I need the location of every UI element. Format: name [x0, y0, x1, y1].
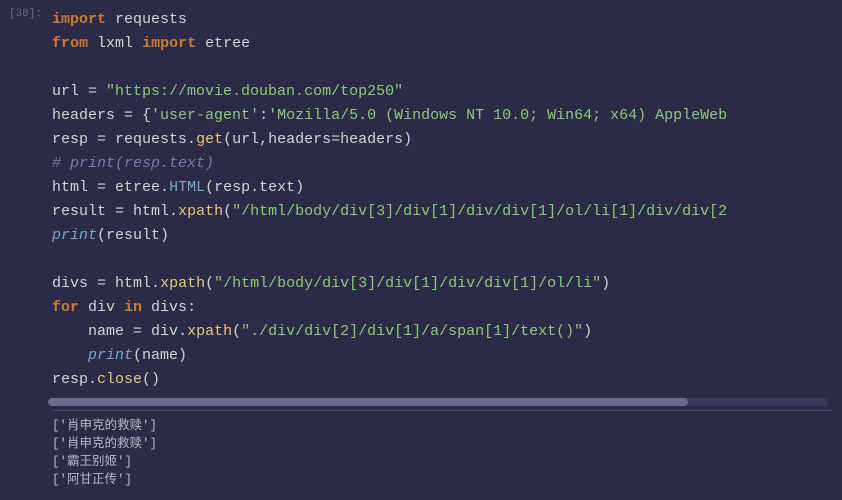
code-line[interactable]: resp = requests.get(url,headers=headers) [52, 128, 842, 152]
output-line: ['肖申克的救赎'] [52, 435, 842, 453]
brace: { [142, 107, 151, 124]
dot: . [160, 179, 169, 196]
identifier: requests [115, 131, 187, 148]
identifier: etree [115, 179, 160, 196]
paren: ) [295, 179, 304, 196]
code-line[interactable]: # print(resp.text) [52, 152, 842, 176]
identifier: html [52, 179, 88, 196]
identifier: html [115, 275, 151, 292]
dot: . [169, 203, 178, 220]
code-line-blank[interactable] [52, 56, 842, 80]
identifier: etree [205, 35, 250, 52]
args: () [142, 371, 160, 388]
dot: . [88, 371, 97, 388]
keyword-in: in [124, 299, 142, 316]
output-line: ['阿甘正传'] [52, 471, 842, 489]
operator: = [124, 323, 151, 340]
output-line: ['霸王别姬'] [52, 453, 842, 471]
identifier: divs [52, 275, 88, 292]
identifier: resp [214, 179, 250, 196]
function-call: get [196, 131, 223, 148]
output-separator [52, 410, 832, 411]
string-literal: 'Mozilla/5.0 (Windows NT 10.0; Win64; x6… [268, 107, 727, 124]
colon: : [187, 299, 196, 316]
code-line[interactable]: headers = {'user-agent':'Mozilla/5.0 (Wi… [52, 104, 842, 128]
code-line[interactable]: print(result) [52, 224, 842, 248]
operator: = [106, 203, 133, 220]
cell-gutter: [38]: [0, 0, 48, 500]
operator: = [79, 83, 106, 100]
paren: ) [601, 275, 610, 292]
string-literal: "/html/body/div[3]/div[1]/div/div[1]/ol/… [232, 203, 727, 220]
identifier: text [259, 179, 295, 196]
code-editor[interactable]: import requests from lxml import etree u… [48, 0, 842, 500]
string-literal: "https://movie.douban.com/top250" [106, 83, 403, 100]
string-literal: "/html/body/div[3]/div[1]/div/div[1]/ol/… [214, 275, 601, 292]
code-line[interactable]: import requests [52, 8, 842, 32]
operator: = [88, 275, 115, 292]
indent [52, 347, 88, 364]
code-line[interactable]: html = etree.HTML(resp.text) [52, 176, 842, 200]
function-call: xpath [187, 323, 232, 340]
dot: . [187, 131, 196, 148]
code-line[interactable]: url = "https://movie.douban.com/top250" [52, 80, 842, 104]
identifier: name [88, 323, 124, 340]
code-line[interactable]: from lxml import etree [52, 32, 842, 56]
keyword-import: import [142, 35, 196, 52]
code-line[interactable]: for div in divs: [52, 296, 842, 320]
module-name: lxml [97, 35, 133, 52]
args: (result) [97, 227, 169, 244]
identifier: result [52, 203, 106, 220]
identifier: resp [52, 131, 88, 148]
code-line[interactable]: divs = html.xpath("/html/body/div[3]/div… [52, 272, 842, 296]
module-name: requests [115, 11, 187, 28]
operator: = [88, 131, 115, 148]
code-line[interactable]: result = html.xpath("/html/body/div[3]/d… [52, 200, 842, 224]
paren: ) [583, 323, 592, 340]
string-literal: "./div/div[2]/div[1]/a/span[1]/text()" [241, 323, 583, 340]
function-call: close [97, 371, 142, 388]
paren: ( [223, 203, 232, 220]
paren: ( [232, 323, 241, 340]
identifier: html [133, 203, 169, 220]
builtin-print: print [52, 227, 97, 244]
identifier: url [52, 83, 79, 100]
code-line[interactable]: resp.close() [52, 368, 842, 392]
dot: . [178, 323, 187, 340]
operator: = [115, 107, 142, 124]
keyword-for: for [52, 299, 79, 316]
dot: . [151, 275, 160, 292]
function-call: xpath [178, 203, 223, 220]
keyword-import: import [52, 11, 106, 28]
horizontal-scrollbar[interactable] [48, 398, 828, 406]
paren: ( [205, 275, 214, 292]
code-line[interactable]: name = div.xpath("./div/div[2]/div[1]/a/… [52, 320, 842, 344]
keyword-from: from [52, 35, 88, 52]
colon: : [259, 107, 268, 124]
code-line[interactable]: print(name) [52, 344, 842, 368]
class-name: HTML [169, 179, 205, 196]
comment: # print(resp.text) [52, 155, 214, 172]
indent [52, 323, 88, 340]
identifier: resp [52, 371, 88, 388]
code-line-blank[interactable] [52, 248, 842, 272]
identifier: div [151, 323, 178, 340]
paren: ( [205, 179, 214, 196]
operator: = [88, 179, 115, 196]
cell-number: [38]: [9, 8, 42, 20]
scrollbar-thumb[interactable] [48, 398, 688, 406]
identifier: headers [52, 107, 115, 124]
identifier: div [79, 299, 124, 316]
output-line: ['肖申克的救赎'] [52, 417, 842, 435]
builtin-print: print [88, 347, 133, 364]
string-literal: 'user-agent' [151, 107, 259, 124]
function-call: xpath [160, 275, 205, 292]
args: (url,headers=headers) [223, 131, 412, 148]
dot: . [250, 179, 259, 196]
identifier: divs [142, 299, 187, 316]
args: (name) [133, 347, 187, 364]
